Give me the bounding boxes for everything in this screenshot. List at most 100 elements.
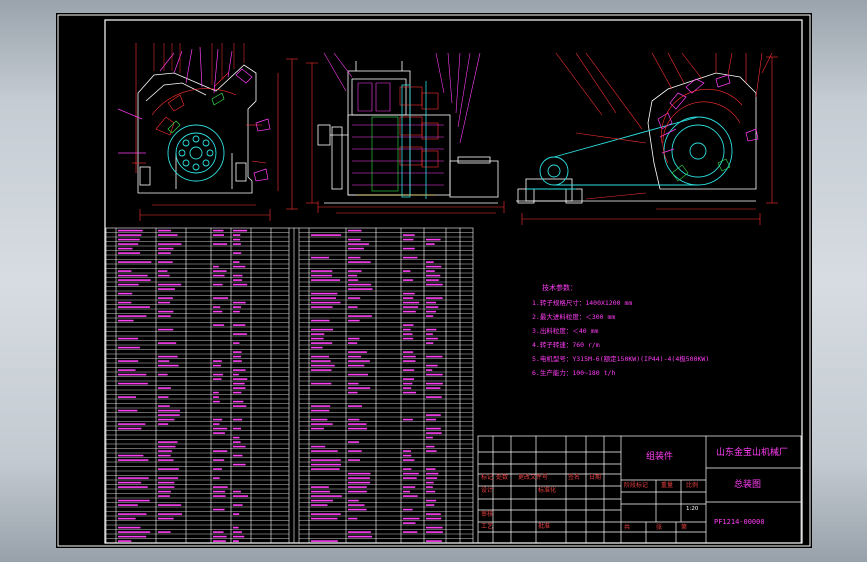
parts-entry-mark: [403, 328, 411, 331]
parts-entry-mark: [158, 409, 180, 412]
parts-list-entries: [118, 229, 443, 542]
parts-entry-mark: [118, 499, 150, 502]
parts-entry-mark: [118, 229, 143, 232]
parts-entry-mark: [403, 337, 414, 340]
parts-entry-mark: [213, 270, 227, 272]
tech-spec-line: 5.电机型号：Y315M-6(额定150KW)(IP44)-4(4极500KW): [532, 355, 710, 363]
inner-frame: [104, 19, 803, 544]
parts-entry-mark: [348, 270, 362, 272]
parts-entry-mark: [403, 297, 414, 299]
parts-entry-mark: [426, 387, 441, 389]
parts-entry-mark: [403, 531, 418, 533]
parts-entry-mark: [311, 504, 328, 506]
parts-entry-mark: [158, 405, 170, 407]
parts-entry-mark: [311, 364, 335, 367]
parts-entry-mark: [213, 477, 220, 479]
drive-view: [516, 52, 778, 225]
parts-entry-mark: [118, 481, 142, 484]
parts-entry-mark: [348, 355, 362, 358]
parts-entry-mark: [426, 418, 436, 421]
parts-entry-mark: [158, 477, 179, 479]
parts-entry-mark: [158, 396, 169, 398]
parts-entry-mark: [348, 418, 360, 421]
parts-entry-mark: [118, 369, 136, 371]
parts-entry-mark: [311, 490, 330, 493]
parts-entry-mark: [158, 414, 180, 416]
parts-entry-mark: [403, 418, 413, 421]
parts-entry-mark: [426, 315, 434, 317]
parts-entry-mark: [311, 297, 336, 299]
parts-entry-mark: [213, 468, 222, 470]
parts-entry-mark: [403, 234, 415, 236]
parts-entry-mark: [348, 450, 362, 452]
parts-entry-mark: [158, 387, 171, 389]
parts-entry-mark: [118, 337, 139, 340]
parts-entry-mark: [311, 409, 330, 412]
parts-entry-mark: [158, 283, 182, 286]
tb-scale-label: 比例: [686, 482, 699, 489]
tb-header-change-doc: 更改文件号: [518, 474, 549, 481]
parts-entry-mark: [426, 513, 441, 515]
parts-entry-mark: [233, 234, 241, 236]
parts-entry-mark: [118, 526, 141, 529]
parts-entry-mark: [213, 486, 228, 488]
parts-entry-mark: [403, 247, 415, 250]
parts-entry-mark: [348, 247, 364, 250]
parts-entry-mark: [118, 477, 149, 479]
parts-entry-mark: [213, 283, 223, 286]
parts-entry-mark: [118, 247, 133, 250]
parts-entry-mark: [403, 360, 416, 362]
parts-entry-mark: [426, 310, 436, 313]
parts-entry-mark: [118, 486, 148, 488]
parts-entry-mark: [348, 481, 371, 484]
parts-entry-mark: [158, 261, 173, 263]
parts-entry-mark: [118, 306, 150, 308]
parts-entry-mark: [118, 252, 141, 254]
parts-entry-mark: [158, 243, 182, 245]
parts-entry-mark: [233, 382, 245, 385]
parts-entry-mark: [158, 229, 171, 232]
parts-entry-mark: [158, 450, 172, 452]
parts-entry-mark: [118, 315, 147, 317]
parts-entry-mark: [118, 513, 147, 515]
parts-entry-mark: [426, 481, 434, 484]
tb-drawing-number: PF1214-00000: [714, 518, 765, 526]
parts-entry-mark: [426, 301, 436, 304]
parts-entry-mark: [348, 499, 359, 502]
parts-entry-mark: [158, 234, 178, 236]
parts-entry-mark: [118, 270, 132, 272]
parts-entry-mark: [213, 243, 228, 245]
parts-entry-mark: [233, 342, 240, 344]
parts-entry-mark: [311, 270, 333, 272]
parts-entry-mark: [311, 540, 338, 542]
tb-process-label: 工艺: [481, 523, 494, 530]
parts-entry-mark: [118, 423, 146, 425]
parts-entry-mark: [311, 486, 329, 488]
parts-entry-mark: [213, 427, 228, 430]
parts-entry-mark: [233, 504, 243, 506]
parts-entry-mark: [311, 382, 332, 385]
parts-entry-mark: [118, 360, 139, 362]
parts-entry-mark: [426, 265, 442, 268]
parts-entry-mark: [233, 238, 241, 241]
tb-standard-label: 标准化: [538, 487, 557, 494]
parts-entry-mark: [311, 234, 342, 236]
parts-entry-mark: [403, 486, 416, 488]
parts-entry-mark: [213, 306, 221, 308]
parts-entry-mark: [213, 324, 225, 326]
parts-entry-mark: [311, 427, 324, 430]
parts-entry-mark: [348, 427, 367, 430]
parts-entry-mark: [213, 274, 225, 277]
parts-entry-mark: [233, 373, 239, 376]
parts-entry-mark: [158, 373, 168, 376]
parts-entry-mark: [233, 526, 239, 529]
parts-entry-mark: [426, 450, 437, 452]
parts-entry-mark: [426, 531, 443, 533]
parts-entry-mark: [403, 238, 414, 241]
parts-entry-mark: [403, 369, 415, 371]
parts-entry-mark: [233, 531, 242, 533]
parts-entry-mark: [403, 355, 416, 358]
tb-approve-label: 批准: [538, 523, 551, 530]
parts-entry-mark: [118, 531, 151, 533]
parts-entry-mark: [118, 409, 138, 412]
